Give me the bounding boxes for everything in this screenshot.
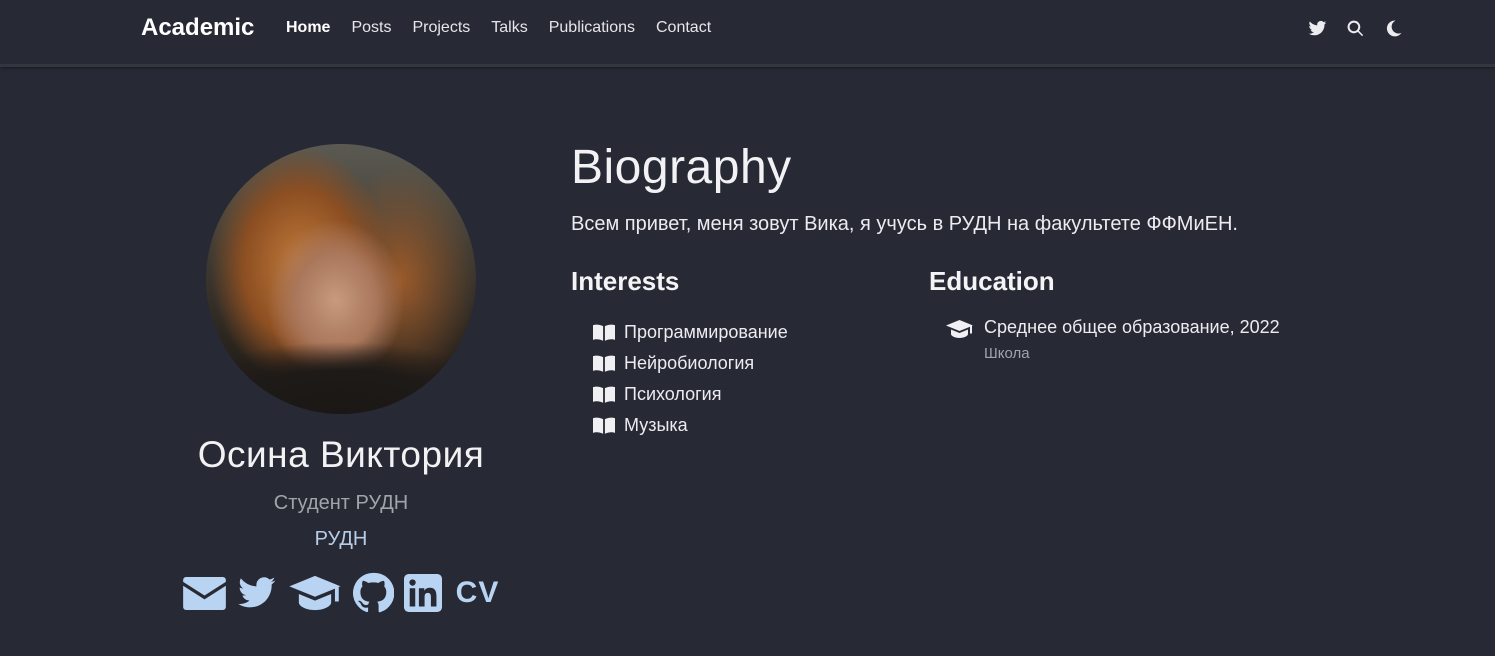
biography-section: Biography Всем привет, меня зовут Вика, …: [571, 140, 1351, 441]
linkedin-icon[interactable]: [403, 573, 442, 613]
book-icon: [593, 355, 615, 372]
education-title: Education: [929, 266, 1055, 296]
interest-item: Программирование: [571, 317, 929, 348]
nav-icons: [1307, 18, 1403, 38]
interest-item: Нейробиология: [571, 348, 929, 379]
nav-link-projects[interactable]: Projects: [412, 19, 470, 37]
interest-item: Музыка: [571, 410, 929, 441]
interest-label: Психология: [624, 384, 722, 404]
site-brand[interactable]: Academic: [141, 14, 254, 42]
biography-title: Biography: [571, 141, 792, 194]
education-degree: Среднее общее образование, 2022: [984, 317, 1280, 337]
envelope-icon[interactable]: [182, 573, 226, 613]
education-details: Среднее общее образование, 2022 Школа: [984, 317, 1280, 362]
interests-title: Interests: [571, 266, 680, 296]
graduation-cap-icon[interactable]: [288, 573, 342, 613]
biography-text: Всем привет, меня зовут Вика, я учусь в …: [571, 213, 1238, 235]
nav-link-publications[interactable]: Publications: [549, 19, 635, 37]
education-column: Education Среднее общее образование, 202…: [929, 266, 1329, 441]
nav-link-home[interactable]: Home: [286, 19, 330, 37]
nav-links: Home Posts Projects Talks Publications C…: [286, 19, 711, 37]
twitter-icon[interactable]: [236, 573, 278, 613]
github-icon[interactable]: [352, 572, 394, 613]
cv-link[interactable]: CV: [456, 573, 500, 613]
nav-link-posts[interactable]: Posts: [351, 19, 391, 37]
avatar: [206, 144, 476, 414]
education-item: Среднее общее образование, 2022 Школа: [929, 317, 1329, 362]
nav-link-contact[interactable]: Contact: [656, 19, 711, 37]
nav-link-talks[interactable]: Talks: [491, 19, 527, 37]
book-icon: [593, 324, 615, 341]
profile-card: Осина Виктория Студент РУДН РУДН CV: [141, 144, 541, 613]
profile-organization[interactable]: РУДН: [141, 528, 541, 551]
education-institution: Школа: [984, 345, 1030, 362]
book-icon: [593, 417, 615, 434]
search-icon[interactable]: [1345, 18, 1365, 38]
profile-role: Студент РУДН: [273, 492, 409, 514]
twitter-icon[interactable]: [1307, 18, 1327, 38]
interest-item: Психология: [571, 379, 929, 410]
avatar-shirt: [206, 334, 476, 414]
top-navbar: Academic Home Posts Projects Talks Publi…: [0, 0, 1495, 67]
profile-name: Осина Виктория: [197, 434, 485, 475]
interests-column: Interests Программирование Нейробиология…: [571, 266, 929, 441]
interest-label: Музыка: [624, 415, 688, 435]
book-icon: [593, 386, 615, 403]
interest-label: Программирование: [624, 322, 788, 342]
interests-education: Interests Программирование Нейробиология…: [571, 266, 1351, 441]
interest-label: Нейробиология: [624, 353, 755, 373]
social-links: CV: [141, 572, 541, 613]
moon-icon[interactable]: [1383, 18, 1403, 38]
graduation-cap-icon: [946, 320, 973, 338]
